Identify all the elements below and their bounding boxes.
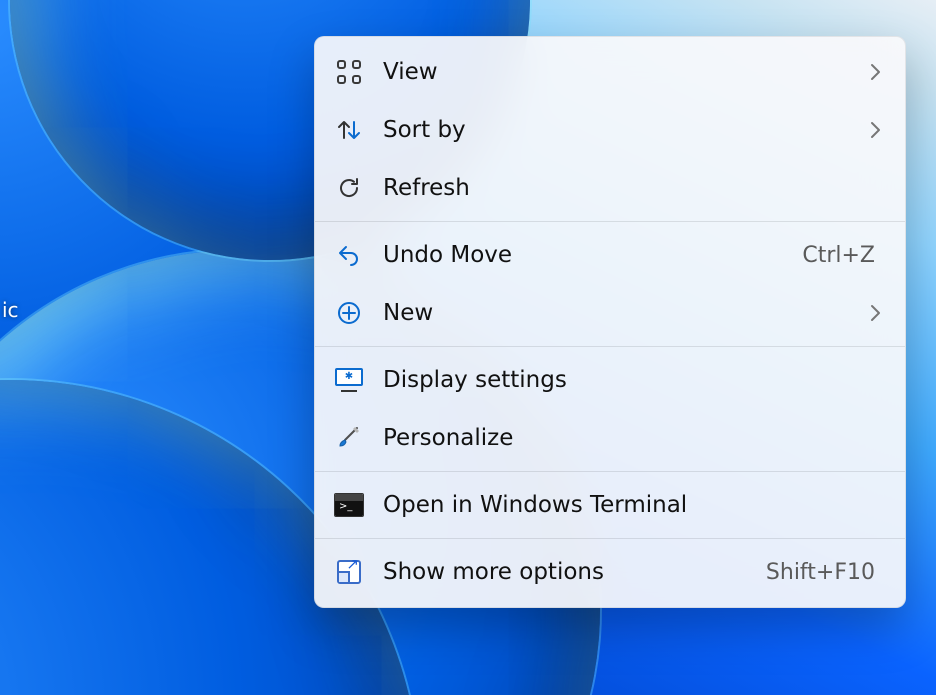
chevron-right-icon [867,121,885,139]
menu-item-label: Personalize [383,425,885,451]
undo-icon [333,242,365,268]
desktop-icon-label-fragment: ic [0,298,19,322]
menu-separator [315,538,905,539]
terminal-icon: >_ [333,493,365,517]
sort-updown-icon [333,117,365,143]
menu-item-open-terminal[interactable]: >_ Open in Windows Terminal [315,476,905,534]
menu-item-label: Undo Move [383,242,802,268]
plus-circle-icon [333,300,365,326]
expand-icon: ↗ [333,560,365,584]
menu-separator [315,221,905,222]
menu-item-display-settings[interactable]: ✱ Display settings [315,351,905,409]
menu-item-label: New [383,300,867,326]
menu-separator [315,471,905,472]
refresh-icon [333,175,365,201]
menu-item-personalize[interactable]: Personalize [315,409,905,467]
menu-item-sort-by[interactable]: Sort by [315,101,905,159]
chevron-right-icon [867,304,885,322]
menu-item-label: Refresh [383,175,885,201]
menu-item-show-more-options[interactable]: ↗ Show more options Shift+F10 [315,543,905,601]
menu-item-accelerator: Ctrl+Z [802,243,875,268]
menu-item-label: Display settings [383,367,885,393]
menu-separator [315,346,905,347]
menu-item-undo-move[interactable]: Undo Move Ctrl+Z [315,226,905,284]
menu-item-label: Open in Windows Terminal [383,492,885,518]
display-settings-icon: ✱ [333,368,365,392]
menu-item-new[interactable]: New [315,284,905,342]
menu-item-label: Show more options [383,559,766,585]
menu-item-accelerator: Shift+F10 [766,560,875,585]
menu-item-refresh[interactable]: Refresh [315,159,905,217]
chevron-right-icon [867,63,885,81]
menu-item-label: Sort by [383,117,867,143]
desktop-context-menu: View Sort by Refresh [314,36,906,608]
menu-item-label: View [383,59,867,85]
paintbrush-icon [333,424,365,452]
view-grid-icon [333,60,365,84]
menu-item-view[interactable]: View [315,43,905,101]
